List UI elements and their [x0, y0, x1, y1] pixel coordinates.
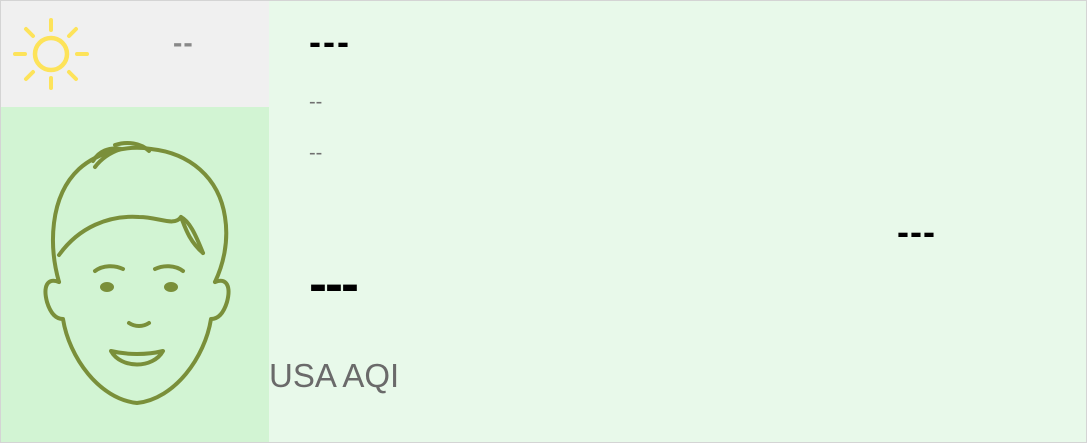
sun-icon	[13, 18, 89, 90]
temperature: --	[173, 27, 194, 58]
aqi-value: ---	[309, 254, 359, 314]
weather-strip: --	[1, 1, 269, 107]
location-detail-2: --	[309, 142, 323, 164]
aqi-widget: -- --- -- -- --- --- USA AQI	[0, 0, 1087, 443]
left-column: --	[1, 1, 269, 442]
location-name: ---	[309, 21, 351, 62]
main-panel: --- -- -- --- --- USA AQI	[269, 1, 1086, 442]
main-pollutant: ---	[897, 211, 936, 252]
aqi-face-panel	[1, 107, 269, 442]
aqi-label: USA AQI	[269, 357, 400, 394]
location-detail-1: --	[309, 91, 323, 113]
happy-face-icon	[43, 141, 231, 405]
